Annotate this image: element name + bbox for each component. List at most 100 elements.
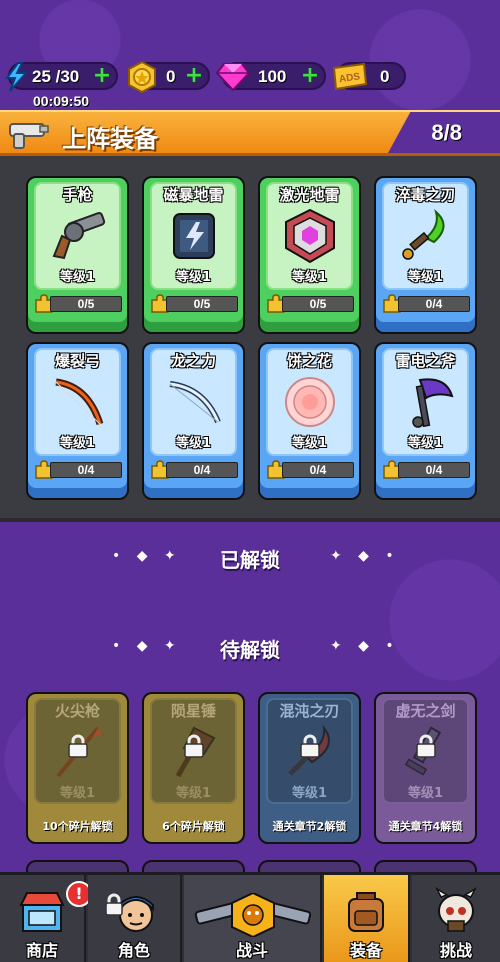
card-name: 饼之花 bbox=[286, 352, 332, 370]
gem-value: 100 bbox=[258, 67, 287, 86]
card-level: 等级1 bbox=[291, 786, 328, 801]
gun-header-icon bbox=[9, 123, 49, 149]
energy-plus-button[interactable]: + bbox=[92, 65, 112, 87]
pending-section-title: 待解锁 bbox=[220, 638, 280, 662]
fragment-progress-text: 0/5 bbox=[77, 297, 95, 311]
energy-timer: 00:09:50 bbox=[33, 93, 90, 109]
unlock-condition: 通关章节2解锁 bbox=[272, 820, 347, 833]
equipped-card[interactable]: 手枪等级1 0/5 bbox=[26, 176, 129, 334]
laser-mine-icon bbox=[280, 208, 340, 264]
card-name: 手枪 bbox=[62, 186, 93, 204]
card-level: 等级1 bbox=[59, 786, 96, 801]
status-bar: 25 /30 + 0 + 100 + ADS 0 bbox=[0, 61, 500, 93]
nav-character[interactable]: 角色 bbox=[88, 875, 182, 962]
equipped-title: 上阵装备 bbox=[62, 125, 158, 153]
locked-card[interactable]: 火尖枪等级1 10个碎片解锁 bbox=[26, 692, 129, 844]
battle-icon bbox=[194, 893, 312, 937]
nav-battle-label: 战斗 bbox=[235, 941, 268, 960]
card-name: 陨星锤 bbox=[170, 702, 216, 720]
equipped-count: 8/8 bbox=[431, 120, 462, 145]
equipped-card[interactable]: 爆裂弓 等级1 0/4 bbox=[26, 342, 129, 500]
fragment-progress-text: 0/4 bbox=[425, 463, 443, 477]
unlocked-decoration-right: ✦ ◆ • bbox=[330, 548, 400, 564]
character-lock-icon bbox=[105, 893, 123, 916]
thunder-axe-icon bbox=[396, 374, 456, 430]
card-level: 等级1 bbox=[407, 270, 444, 285]
card-level: 等级1 bbox=[175, 786, 212, 801]
shop-icon bbox=[19, 892, 65, 932]
nav-battle[interactable]: 战斗 bbox=[184, 875, 322, 962]
energy-counter[interactable]: 25 /30 + bbox=[5, 62, 118, 92]
bottom-nav: ! 商店 角色 战斗 装备 挑战 bbox=[0, 872, 500, 962]
equipped-card[interactable]: 淬毒之刃等级1 0/4 bbox=[374, 176, 477, 334]
card-name: 虚无之剑 bbox=[395, 702, 456, 720]
fragment-progress-text: 0/5 bbox=[309, 297, 327, 311]
fragment-progress-bar: 0/5 bbox=[50, 296, 122, 312]
equipped-header: 上阵装备 8/8 bbox=[0, 110, 500, 156]
pending-decoration-right: ✦ ◆ • bbox=[330, 638, 400, 654]
card-level: 等级1 bbox=[59, 270, 96, 285]
fragment-progress-text: 0/5 bbox=[193, 297, 211, 311]
dragon-bow-icon bbox=[164, 374, 224, 430]
shock-mine-icon bbox=[164, 208, 224, 264]
nav-equipment[interactable]: 装备 bbox=[324, 875, 410, 962]
unlock-condition: 通关章节4解锁 bbox=[388, 820, 463, 833]
nav-challenge-label: 挑战 bbox=[439, 941, 472, 960]
fragment-progress-bar: 0/4 bbox=[166, 462, 238, 478]
unlock-condition: 10个碎片解锁 bbox=[42, 820, 113, 833]
locked-card[interactable]: 虚无之剑 等级1 通关章节4解锁 bbox=[374, 692, 477, 844]
card-level: 等级1 bbox=[175, 270, 212, 285]
fragment-progress-bar: 0/5 bbox=[166, 296, 238, 312]
equipped-card[interactable]: 龙之力 等级1 0/4 bbox=[142, 342, 245, 500]
nav-shop-label: 商店 bbox=[25, 941, 58, 960]
coin-value: 0 bbox=[166, 67, 176, 86]
cake-flower-icon bbox=[280, 374, 340, 430]
lock-icon bbox=[183, 734, 205, 758]
card-name: 火尖枪 bbox=[54, 702, 100, 720]
fragment-progress-text: 0/4 bbox=[77, 463, 95, 477]
fire-bow-icon bbox=[48, 374, 108, 430]
card-level: 等级1 bbox=[59, 436, 96, 451]
coin-counter[interactable]: 0 + bbox=[128, 61, 210, 93]
revolver-icon bbox=[48, 208, 108, 264]
nav-equipment-label: 装备 bbox=[349, 941, 382, 960]
equipped-card[interactable]: 饼之花等级1 0/4 bbox=[258, 342, 361, 500]
fragment-progress-text: 0/4 bbox=[193, 463, 211, 477]
nav-character-label: 角色 bbox=[117, 941, 150, 960]
card-name: 磁暴地雷 bbox=[163, 186, 224, 204]
fragment-progress-text: 0/4 bbox=[425, 297, 443, 311]
poison-blade-icon bbox=[396, 208, 456, 264]
equipped-card[interactable]: 雷电之斧 等级1 0/4 bbox=[374, 342, 477, 500]
backpack-icon bbox=[348, 892, 384, 932]
card-level: 等级1 bbox=[291, 436, 328, 451]
gem-plus-button[interactable]: + bbox=[300, 65, 320, 87]
card-name: 淬毒之刃 bbox=[395, 186, 456, 204]
lightning-icon bbox=[5, 62, 29, 92]
equipped-panel: 手枪 等级1 0/5 磁暴地雷 等级1 0/5 激光地雷 等级1 0/5 淬毒之刃 等级1 0/4 爆裂… bbox=[0, 156, 500, 522]
unlock-condition: 6个碎片解锁 bbox=[162, 820, 225, 833]
ads-ticket-icon: ADS bbox=[332, 62, 368, 91]
card-name: 龙之力 bbox=[170, 352, 216, 370]
card-name: 混沌之刃 bbox=[279, 702, 340, 720]
nav-challenge[interactable]: 挑战 bbox=[412, 875, 500, 962]
fragment-progress-bar: 0/4 bbox=[398, 296, 470, 312]
locked-card[interactable]: 混沌之刃等级1 通关章节2解锁 bbox=[258, 692, 361, 844]
equipped-card[interactable]: 磁暴地雷等级1 0/5 bbox=[142, 176, 245, 334]
fragment-progress-bar: 0/4 bbox=[50, 462, 122, 478]
card-name: 雷电之斧 bbox=[395, 352, 456, 370]
lock-icon bbox=[67, 734, 89, 758]
locked-card[interactable]: 陨星锤等级1 6个碎片解锁 bbox=[142, 692, 245, 844]
gem-counter[interactable]: 100 + bbox=[216, 62, 326, 92]
equipped-card[interactable]: 激光地雷 等级1 0/5 bbox=[258, 176, 361, 334]
lock-icon bbox=[299, 734, 321, 758]
fragment-progress-text: 0/4 bbox=[309, 463, 327, 477]
coin-plus-button[interactable]: + bbox=[184, 65, 204, 87]
fragment-progress-bar: 0/4 bbox=[398, 462, 470, 478]
ads-counter[interactable]: ADS 0 bbox=[332, 62, 406, 91]
skull-icon bbox=[435, 887, 477, 932]
equipped-count-box: 8/8 bbox=[388, 112, 500, 153]
ads-value: 0 bbox=[380, 67, 390, 86]
nav-shop[interactable]: ! 商店 bbox=[0, 875, 92, 962]
unlocked-section-title: 已解锁 bbox=[220, 548, 280, 572]
card-level: 等级1 bbox=[291, 270, 328, 285]
